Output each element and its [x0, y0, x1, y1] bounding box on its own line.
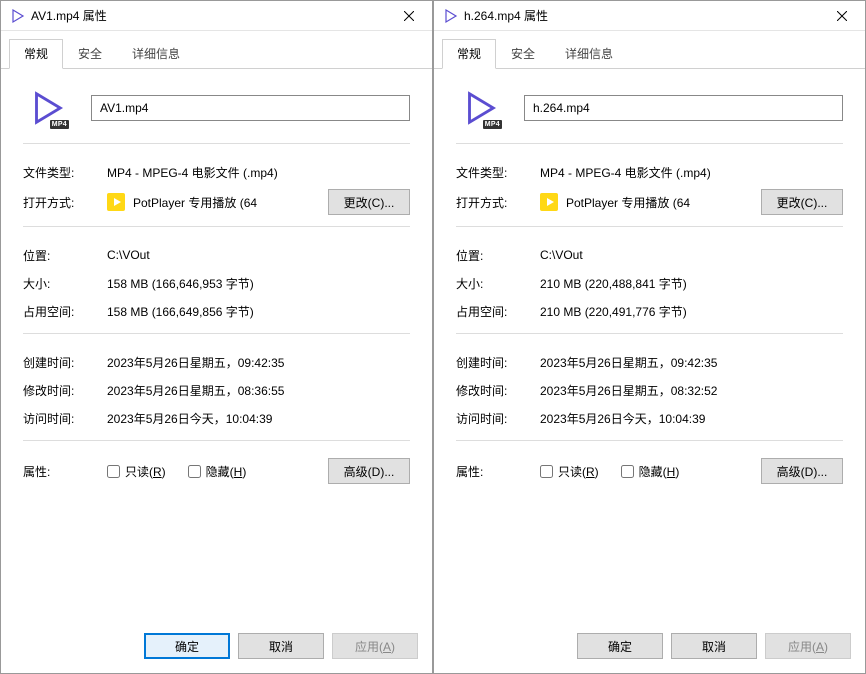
apply-button[interactable]: 应用(A) — [332, 633, 418, 659]
close-button[interactable] — [819, 1, 865, 31]
accessed-value: 2023年5月26日今天，10:04:39 — [107, 410, 410, 427]
tab-strip: 常规安全详细信息 — [434, 31, 865, 69]
openwith-app: PotPlayer 专用播放 (64 — [133, 194, 320, 211]
dialog-footer: 确定取消应用(A) — [434, 623, 865, 673]
readonly-checkbox[interactable]: 只读(R) — [540, 463, 599, 480]
accessed-label: 访问时间: — [456, 410, 540, 427]
modified-label: 修改时间: — [456, 382, 540, 399]
advanced-button[interactable]: 高级(D)... — [761, 458, 843, 484]
file-icon — [9, 8, 25, 24]
tab-security[interactable]: 安全 — [63, 39, 117, 68]
diskspace-value: 210 MB (220,491,776 字节) — [540, 303, 843, 320]
attributes-label: 属性: — [456, 463, 540, 480]
size-label: 大小: — [456, 275, 540, 292]
openwith-app: PotPlayer 专用播放 (64 — [566, 194, 753, 211]
hidden-checkbox[interactable]: 隐藏(H) — [621, 463, 680, 480]
diskspace-label: 占用空间: — [456, 303, 540, 320]
potplayer-icon — [107, 193, 125, 211]
tab-general[interactable]: 常规 — [9, 39, 63, 69]
video-file-icon: MP4 — [458, 87, 500, 129]
attributes-label: 属性: — [23, 463, 107, 480]
tab-details[interactable]: 详细信息 — [550, 39, 628, 68]
created-label: 创建时间: — [456, 354, 540, 371]
created-value: 2023年5月26日星期五，09:42:35 — [540, 354, 843, 371]
window-title: AV1.mp4 属性 — [31, 7, 386, 24]
openwith-label: 打开方式: — [456, 194, 540, 211]
filetype-label: 文件类型: — [23, 164, 107, 181]
file-icon — [442, 8, 458, 24]
size-label: 大小: — [23, 275, 107, 292]
size-value: 158 MB (166,646,953 字节) — [107, 275, 410, 292]
video-file-icon: MP4 — [25, 87, 67, 129]
tab-content: MP4 文件类型:MP4 - MPEG-4 电影文件 (.mp4)打开方式: Pot… — [434, 69, 865, 623]
tab-general[interactable]: 常规 — [442, 39, 496, 69]
openwith-label: 打开方式: — [23, 194, 107, 211]
size-value: 210 MB (220,488,841 字节) — [540, 275, 843, 292]
hidden-checkbox[interactable]: 隐藏(H) — [188, 463, 247, 480]
tab-strip: 常规安全详细信息 — [1, 31, 432, 69]
location-label: 位置: — [456, 247, 540, 264]
accessed-label: 访问时间: — [23, 410, 107, 427]
properties-dialog: h.264.mp4 属性常规安全详细信息 MP4 文件类型:MP4 - MPEG-4… — [433, 0, 866, 674]
properties-dialog: AV1.mp4 属性常规安全详细信息 MP4 文件类型:MP4 - MPEG-4 电… — [0, 0, 433, 674]
change-app-button[interactable]: 更改(C)... — [761, 189, 843, 215]
window-title: h.264.mp4 属性 — [464, 7, 819, 24]
dialog-footer: 确定取消应用(A) — [1, 623, 432, 673]
cancel-button[interactable]: 取消 — [238, 633, 324, 659]
filetype-value: MP4 - MPEG-4 电影文件 (.mp4) — [107, 164, 410, 181]
diskspace-label: 占用空间: — [23, 303, 107, 320]
location-value: C:\VOut — [540, 248, 843, 262]
location-value: C:\VOut — [107, 248, 410, 262]
ok-button[interactable]: 确定 — [144, 633, 230, 659]
apply-button[interactable]: 应用(A) — [765, 633, 851, 659]
ok-button[interactable]: 确定 — [577, 633, 663, 659]
modified-value: 2023年5月26日星期五，08:32:52 — [540, 382, 843, 399]
close-button[interactable] — [386, 1, 432, 31]
tab-details[interactable]: 详细信息 — [117, 39, 195, 68]
modified-value: 2023年5月26日星期五，08:36:55 — [107, 382, 410, 399]
diskspace-value: 158 MB (166,649,856 字节) — [107, 303, 410, 320]
titlebar[interactable]: h.264.mp4 属性 — [434, 1, 865, 31]
location-label: 位置: — [23, 247, 107, 264]
filename-input[interactable] — [91, 95, 410, 121]
change-app-button[interactable]: 更改(C)... — [328, 189, 410, 215]
readonly-checkbox[interactable]: 只读(R) — [107, 463, 166, 480]
tab-security[interactable]: 安全 — [496, 39, 550, 68]
filetype-label: 文件类型: — [456, 164, 540, 181]
cancel-button[interactable]: 取消 — [671, 633, 757, 659]
potplayer-icon — [540, 193, 558, 211]
created-value: 2023年5月26日星期五，09:42:35 — [107, 354, 410, 371]
accessed-value: 2023年5月26日今天，10:04:39 — [540, 410, 843, 427]
modified-label: 修改时间: — [23, 382, 107, 399]
tab-content: MP4 文件类型:MP4 - MPEG-4 电影文件 (.mp4)打开方式: Pot… — [1, 69, 432, 623]
titlebar[interactable]: AV1.mp4 属性 — [1, 1, 432, 31]
created-label: 创建时间: — [23, 354, 107, 371]
advanced-button[interactable]: 高级(D)... — [328, 458, 410, 484]
filetype-value: MP4 - MPEG-4 电影文件 (.mp4) — [540, 164, 843, 181]
filename-input[interactable] — [524, 95, 843, 121]
